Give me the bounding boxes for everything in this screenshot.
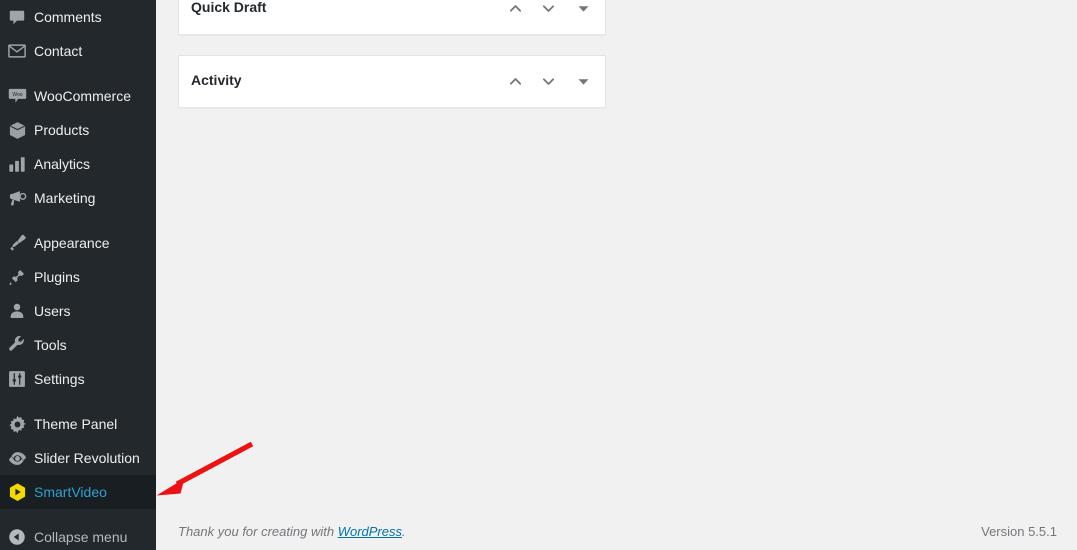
analytics-chart-icon: [0, 156, 34, 173]
sidebar-item-slider-revolution[interactable]: Slider Revolution: [0, 441, 156, 475]
gear-icon: [0, 415, 34, 434]
footer-thanks-prefix: Thank you for creating with: [178, 523, 338, 539]
sidebar-item-label: Analytics: [34, 156, 91, 172]
sidebar-item-label: Contact: [34, 43, 83, 59]
svg-text:Woo: Woo: [12, 92, 22, 98]
slider-revolution-icon: [0, 450, 34, 467]
sidebar-item-plugins[interactable]: Plugins: [0, 260, 156, 294]
dashboard-widgets: Quick Draft Activity: [178, 0, 606, 128]
sidebar-item-marketing[interactable]: Marketing: [0, 181, 156, 215]
postbox-header: Activity: [179, 56, 605, 107]
postbox-header: Quick Draft: [179, 0, 605, 34]
envelope-icon: [0, 44, 34, 58]
sidebar-item-label: Plugins: [34, 269, 80, 285]
chevron-down-icon[interactable]: [532, 0, 565, 28]
sidebar-collapse-menu-label: Collapse menu: [34, 529, 128, 545]
chevron-up-icon[interactable]: [499, 0, 532, 28]
sidebar-item-label: Slider Revolution: [34, 450, 140, 466]
users-icon: [0, 302, 34, 320]
footer-version-text: Version 5.5.1: [981, 523, 1057, 539]
admin-sidebar: Comments Contact Woo WooCommerce Product…: [0, 0, 156, 550]
postbox-handle-actions: [499, 61, 605, 101]
triangle-down-icon[interactable]: [565, 61, 601, 101]
sidebar-item-label: Marketing: [34, 190, 96, 206]
tools-wrench-icon: [0, 336, 34, 354]
sidebar-item-label: Appearance: [34, 235, 110, 251]
marketing-megaphone-icon: [0, 189, 34, 207]
postbox-title: Quick Draft: [191, 0, 267, 16]
sidebar-item-tools[interactable]: Tools: [0, 328, 156, 362]
sidebar-item-comments[interactable]: Comments: [0, 0, 156, 34]
postbox-handle-actions: [499, 0, 605, 28]
admin-footer: Thank you for creating with WordPress. V…: [156, 512, 1077, 550]
main-content: Quick Draft Activity Thank you for creat…: [156, 0, 1077, 550]
sidebar-item-products[interactable]: Products: [0, 113, 156, 147]
sidebar-item-theme-panel[interactable]: Theme Panel: [0, 407, 156, 441]
chevron-down-icon[interactable]: [532, 61, 565, 101]
sidebar-item-label: Settings: [34, 371, 85, 387]
sidebar-item-appearance[interactable]: Appearance: [0, 226, 156, 260]
woocommerce-icon: Woo: [0, 87, 34, 105]
sidebar-item-woocommerce[interactable]: Woo WooCommerce: [0, 79, 156, 113]
postbox-activity: Activity: [178, 55, 606, 108]
sidebar-item-label: Tools: [34, 337, 67, 353]
sidebar-menu-list: Comments Contact Woo WooCommerce Product…: [0, 0, 156, 550]
sidebar-item-label: SmartVideo: [34, 484, 107, 500]
sidebar-item-label: Products: [34, 122, 90, 138]
sidebar-item-label: Comments: [34, 9, 102, 25]
appearance-brush-icon: [0, 234, 34, 252]
smartvideo-hexagon-play-icon: [0, 482, 34, 502]
sidebar-collapse-menu-button[interactable]: Collapse menu: [0, 520, 156, 550]
footer-thankyou-text: Thank you for creating with WordPress.: [178, 524, 406, 539]
sidebar-item-smartvideo[interactable]: SmartVideo: [0, 475, 156, 509]
sidebar-item-label: WooCommerce: [34, 88, 131, 104]
comments-icon: [0, 8, 34, 26]
postbox-title: Activity: [191, 72, 242, 89]
sidebar-item-label: Users: [34, 303, 71, 319]
settings-sliders-icon: [0, 370, 34, 388]
chevron-up-icon[interactable]: [499, 61, 532, 101]
sidebar-item-label: Theme Panel: [34, 416, 118, 432]
footer-thanks-suffix: .: [402, 523, 406, 539]
sidebar-item-settings[interactable]: Settings: [0, 362, 156, 396]
products-box-icon: [0, 121, 34, 140]
triangle-down-icon[interactable]: [565, 0, 601, 28]
sidebar-item-analytics[interactable]: Analytics: [0, 147, 156, 181]
wordpress-link[interactable]: WordPress: [338, 524, 402, 539]
sidebar-item-users[interactable]: Users: [0, 294, 156, 328]
collapse-arrow-icon: [0, 528, 34, 546]
postbox-quick-draft: Quick Draft: [178, 0, 606, 35]
plugins-plug-icon: [0, 268, 34, 286]
sidebar-item-contact[interactable]: Contact: [0, 34, 156, 68]
